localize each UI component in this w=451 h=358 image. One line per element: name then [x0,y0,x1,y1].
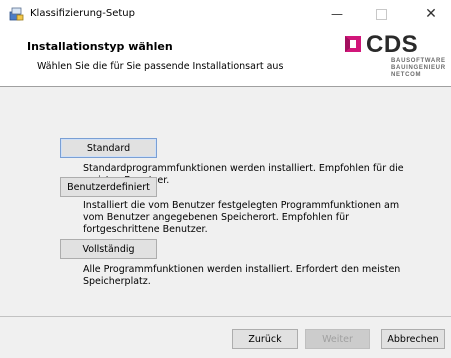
header-banner: Installationstyp wählen Wählen Sie die f… [0,28,451,86]
logo-line: BAUINGENIEUR [391,65,446,71]
standard-button[interactable]: Standard [60,138,157,158]
minimize-button[interactable]: — [318,0,356,28]
complete-button[interactable]: Vollständig [60,239,157,259]
cds-logo: CDS BAUSOFTWARE BAUINGENIEUR NETCOM [343,31,451,83]
footer-divider [0,316,451,317]
custom-button[interactable]: Benutzerdefiniert [60,177,157,197]
cds-logo-mark-icon [343,34,363,57]
logo-name: CDS [366,31,419,58]
page-title: Installationstyp wählen [27,40,173,53]
close-icon: ✕ [425,6,437,22]
title-bar: Klassifizierung-Setup — ✕ [0,0,451,28]
logo-line: BAUSOFTWARE [391,58,446,64]
header-divider [0,86,451,87]
window-title: Klassifizierung-Setup [30,8,135,19]
minimize-icon: — [331,7,343,21]
complete-description: Alle Programmfunktionen werden installie… [83,264,401,287]
maximize-button[interactable] [362,0,400,28]
custom-description: Installiert die vom Benutzer festgelegte… [83,200,400,235]
logo-line: NETCOM [391,72,422,78]
close-button[interactable]: ✕ [412,0,450,28]
page-subtitle: Wählen Sie die für Sie passende Installa… [37,61,284,72]
next-button[interactable]: Weiter [305,329,370,349]
cancel-button[interactable]: Abbrechen [381,329,445,349]
setup-icon [9,7,24,21]
maximize-icon [375,8,387,20]
back-button[interactable]: Zurück [232,329,298,349]
